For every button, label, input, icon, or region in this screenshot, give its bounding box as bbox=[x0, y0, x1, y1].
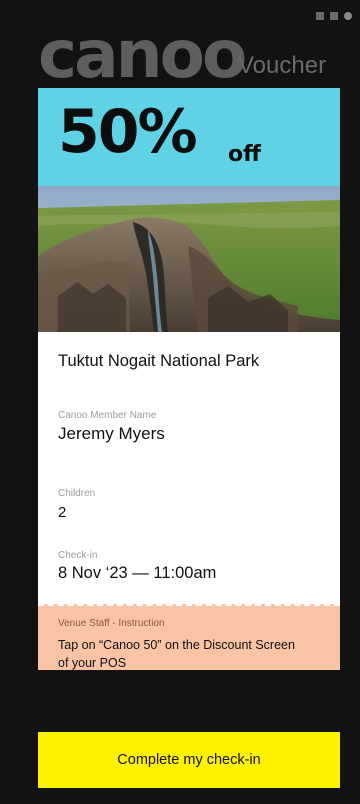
children-value: 2 bbox=[58, 504, 67, 521]
discount-value: 50% bbox=[58, 97, 198, 167]
checkin-value: 8 Nov ‘23 — 11:00am bbox=[58, 564, 217, 582]
staff-instruction-text: Tap on “Canoo 50” on the Discount Screen… bbox=[58, 638, 295, 670]
canoo-logo: canoo bbox=[38, 16, 247, 93]
status-dot bbox=[344, 12, 352, 20]
staff-instruction-label: Venue Staff - Instruction bbox=[58, 618, 165, 629]
status-dot bbox=[330, 12, 338, 20]
park-name: Tuktut Nogait National Park bbox=[58, 352, 260, 370]
voucher-label: Voucher bbox=[238, 52, 327, 79]
status-dots-icon bbox=[316, 12, 352, 20]
children-label: Children bbox=[58, 488, 96, 499]
discount-banner: 50% off bbox=[38, 88, 340, 186]
status-dot bbox=[316, 12, 324, 20]
staff-instruction: Venue Staff - Instruction Tap on “Canoo … bbox=[38, 604, 340, 670]
canyon-landscape-image bbox=[38, 186, 340, 332]
complete-checkin-button[interactable]: Complete my check-in bbox=[38, 732, 340, 788]
voucher-details: Tuktut Nogait National Park Canoo Member… bbox=[38, 332, 340, 604]
member-name-value: Jeremy Myers bbox=[58, 424, 165, 443]
discount-suffix: off bbox=[228, 142, 261, 167]
checkin-label: Check-in bbox=[58, 550, 98, 561]
brand-header: canoo Voucher bbox=[38, 22, 338, 88]
voucher-card: 50% off Tuktut Nogait National Park Cano… bbox=[38, 88, 340, 670]
member-name-label: Canoo Member Name bbox=[58, 410, 157, 421]
